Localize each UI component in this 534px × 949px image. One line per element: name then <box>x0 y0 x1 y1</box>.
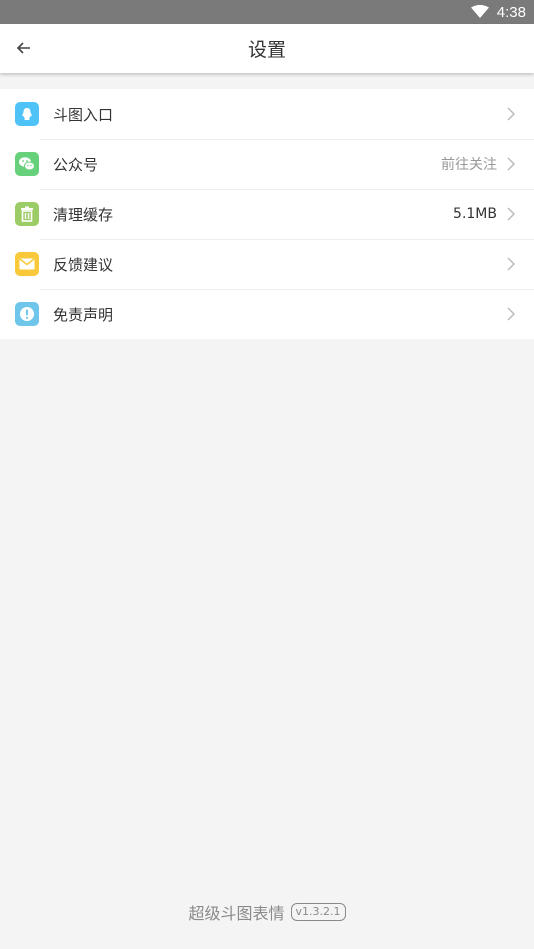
trash-icon <box>15 202 39 226</box>
setting-item-label: 免责声明 <box>53 305 114 324</box>
app-bar: 设置 <box>0 24 534 73</box>
setting-item-label: 斗图入口 <box>53 105 114 124</box>
arrow-left-icon <box>17 42 30 54</box>
chevron-right-icon <box>507 257 516 271</box>
back-button[interactable] <box>12 36 36 60</box>
chevron-right-icon <box>507 107 516 121</box>
setting-item-doutu-entry[interactable]: 斗图入口 <box>0 89 534 139</box>
wechat-icon <box>15 152 39 176</box>
page-title: 设置 <box>247 39 286 61</box>
chevron-right-icon <box>507 157 516 171</box>
chevron-right-icon <box>507 307 516 321</box>
chevron-right-icon <box>507 207 516 221</box>
mail-icon <box>15 252 39 276</box>
app-name: 超级斗图表情 <box>188 904 285 923</box>
alert-icon <box>15 302 39 326</box>
setting-item-disclaimer[interactable]: 免责声明 <box>0 289 534 339</box>
version-badge: v1.3.2.1 <box>290 903 346 921</box>
setting-item-value: 前往关注 <box>441 157 497 173</box>
app-footer: 超级斗图表情 v1.3.2.1 <box>0 900 534 924</box>
setting-item-clear-cache[interactable]: 清理缓存 5.1MB <box>0 189 534 239</box>
status-bar: 4:38 <box>0 0 534 24</box>
setting-item-label: 反馈建议 <box>53 255 114 274</box>
setting-item-official-account[interactable]: 公众号 前往关注 <box>0 139 534 189</box>
setting-item-value: 5.1MB <box>453 206 497 222</box>
settings-list: 斗图入口 公众号 前往关注 清理缓存 5.1MB 反馈建议 免责声明 <box>0 89 534 339</box>
qq-icon <box>15 102 39 126</box>
wifi-icon <box>470 5 489 18</box>
setting-item-label: 公众号 <box>53 155 99 174</box>
setting-item-label: 清理缓存 <box>53 205 114 224</box>
status-time: 4:38 <box>496 3 526 21</box>
setting-item-feedback[interactable]: 反馈建议 <box>0 239 534 289</box>
